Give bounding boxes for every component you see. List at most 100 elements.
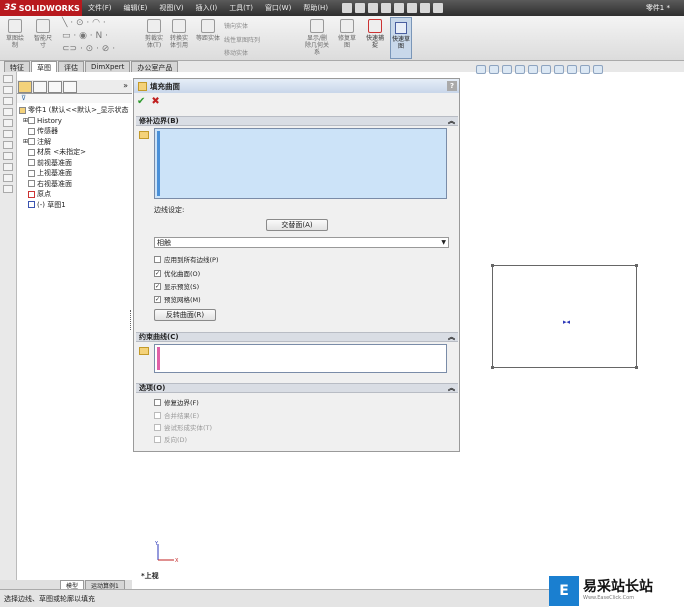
display-relations-button[interactable]: 显示/删除几何关系 xyxy=(304,19,330,56)
section-constraint-curves[interactable]: 约束曲线(C) ︽ xyxy=(136,332,458,342)
cancel-x-icon[interactable]: ✖ xyxy=(151,96,159,107)
previous-view-icon[interactable] xyxy=(502,65,512,74)
trim-entities-button[interactable]: 剪裁实体(T) xyxy=(143,19,165,49)
constraint-curves-list[interactable] xyxy=(154,344,447,373)
menu-window[interactable]: 窗口(W) xyxy=(259,3,297,13)
filter-icon[interactable]: ⊽ xyxy=(17,94,132,103)
tree-item-annotations[interactable]: ⊞ 注解 xyxy=(17,137,132,148)
reverse-direction-checkbox[interactable]: 反向(D) xyxy=(154,434,187,444)
menu-insert[interactable]: 插入(I) xyxy=(190,3,224,13)
view-icon[interactable] xyxy=(3,174,13,182)
collapse-icon[interactable]: ︽ xyxy=(448,383,455,393)
view-icon[interactable] xyxy=(3,86,13,94)
offset-entities-button[interactable]: 等距实体 xyxy=(196,19,220,42)
alternate-face-button[interactable]: 交替面(A) xyxy=(266,219,328,231)
sketch-rectangle[interactable] xyxy=(491,264,638,369)
tree-item-front-plane[interactable]: 前视基准面 xyxy=(17,158,132,169)
property-manager-icon[interactable] xyxy=(33,81,47,93)
view-icon[interactable] xyxy=(3,97,13,105)
menu-file[interactable]: 文件(F) xyxy=(82,3,118,13)
show-preview-checkbox[interactable]: ✓ 显示预览(S) xyxy=(154,281,199,291)
sketch-button[interactable]: 草图绘制 xyxy=(4,19,26,49)
open-icon[interactable] xyxy=(355,3,366,13)
smart-dimension-button[interactable]: 智能尺寸 xyxy=(32,19,54,49)
menu-edit[interactable]: 编辑(E) xyxy=(118,3,154,13)
section-options[interactable]: 选项(O) ︽ xyxy=(136,383,458,393)
apply-scene-icon[interactable] xyxy=(580,65,590,74)
view-icon[interactable] xyxy=(3,185,13,193)
tab-office-products[interactable]: 办公室产品 xyxy=(131,61,179,72)
tab-dimxpert[interactable]: DimXpert xyxy=(85,61,131,72)
tree-item-origin[interactable]: 原点 xyxy=(17,189,132,200)
edit-appearance-icon[interactable] xyxy=(567,65,577,74)
tab-features[interactable]: 特征 xyxy=(4,61,30,72)
optimize-surface-checkbox[interactable]: ✓ 优化曲面(O) xyxy=(154,268,200,278)
convert-entities-button[interactable]: 转换实体引用 xyxy=(168,19,190,49)
slot-icon[interactable]: ⊂⊃ · ⊙ · ⊘ · xyxy=(62,44,115,54)
collapse-icon[interactable]: ︽ xyxy=(448,332,455,342)
print-icon[interactable] xyxy=(381,3,392,13)
tree-item-top-plane[interactable]: 上视基准面 xyxy=(17,168,132,179)
options-icon[interactable] xyxy=(433,3,444,13)
select-icon[interactable] xyxy=(407,3,418,13)
zoom-area-icon[interactable] xyxy=(489,65,499,74)
tree-item-history[interactable]: ⊞ History xyxy=(17,116,132,127)
rebuild-icon[interactable] xyxy=(420,3,431,13)
view-icon[interactable] xyxy=(3,141,13,149)
solidworks-logo[interactable]: 3S SOLIDWORKS xyxy=(0,0,82,16)
repair-sketch-button[interactable]: 修复草图 xyxy=(336,19,358,49)
relations-icon xyxy=(310,19,324,33)
tree-item-right-plane[interactable]: 右视基准面 xyxy=(17,179,132,190)
expand-arrow-icon[interactable]: » xyxy=(123,81,128,92)
view-icon[interactable] xyxy=(3,108,13,116)
view-icon[interactable] xyxy=(3,152,13,160)
section-view-icon[interactable] xyxy=(515,65,525,74)
configuration-icon[interactable] xyxy=(48,81,62,93)
tab-model[interactable]: 模型 xyxy=(60,580,85,590)
view-icon[interactable] xyxy=(3,163,13,171)
help-icon[interactable]: ? xyxy=(447,81,457,91)
menu-help[interactable]: 帮助(H) xyxy=(297,3,334,13)
display-style-icon[interactable] xyxy=(541,65,551,74)
section-patch-boundary[interactable]: 修补边界(B) ︽ xyxy=(136,116,458,126)
menu-tools[interactable]: 工具(T) xyxy=(223,3,259,13)
zoom-to-fit-icon[interactable] xyxy=(476,65,486,74)
preview-mesh-checkbox[interactable]: ✓ 预览网格(M) xyxy=(154,294,201,304)
quick-snaps-button[interactable]: 快速捕捉 xyxy=(364,19,386,49)
feature-tree-icon[interactable] xyxy=(18,81,32,93)
tree-item-part[interactable]: 零件1 (默认<<默认>_显示状态 xyxy=(17,105,132,116)
linear-pattern[interactable]: 线性草图阵列 xyxy=(224,35,260,44)
fix-boundary-checkbox[interactable]: 修复边界(F) xyxy=(154,397,199,407)
move-entities[interactable]: 移动实体 xyxy=(224,48,248,57)
mirror-entities[interactable]: 镜向实体 xyxy=(224,21,248,30)
display-manager-icon[interactable] xyxy=(63,81,77,93)
line-icon[interactable]: ╲ · ⊙ · ◠ · xyxy=(62,18,106,28)
apply-to-all-edges-checkbox[interactable]: 应用到所有边线(P) xyxy=(154,254,219,264)
view-orientation-icon[interactable] xyxy=(528,65,538,74)
save-icon[interactable] xyxy=(368,3,379,13)
menu-view[interactable]: 视图(V) xyxy=(153,3,189,13)
tab-sketch[interactable]: 草图 xyxy=(31,61,57,72)
hide-show-icon[interactable] xyxy=(554,65,564,74)
rapid-sketch-button[interactable]: 快速草图 xyxy=(390,17,412,59)
patch-boundary-list[interactable] xyxy=(154,128,447,199)
view-icon[interactable] xyxy=(3,119,13,127)
tree-item-sketch1[interactable]: (-) 草图1 xyxy=(17,200,132,211)
undo-icon[interactable] xyxy=(394,3,405,13)
merge-result-checkbox[interactable]: 合并结果(E) xyxy=(154,410,199,420)
tree-item-material[interactable]: 材质 <未指定> xyxy=(17,147,132,158)
panel-splitter[interactable] xyxy=(130,310,133,330)
tab-motion-study[interactable]: 运动算例1 xyxy=(85,580,125,590)
curvature-control-select[interactable]: 相触 ▼ xyxy=(154,237,449,248)
tree-item-sensors[interactable]: 传感器 xyxy=(17,126,132,137)
rectangle-icon[interactable]: ▭ · ◉ · N · xyxy=(62,31,108,41)
view-settings-icon[interactable] xyxy=(593,65,603,74)
view-icon[interactable] xyxy=(3,75,13,83)
tab-evaluate[interactable]: 评估 xyxy=(58,61,84,72)
new-icon[interactable] xyxy=(342,3,353,13)
view-icon[interactable] xyxy=(3,130,13,138)
collapse-icon[interactable]: ︽ xyxy=(448,116,455,126)
ok-check-icon[interactable]: ✔ xyxy=(137,96,145,107)
try-to-form-solid-checkbox[interactable]: 尝试形成实体(T) xyxy=(154,422,212,432)
reverse-surface-button[interactable]: 反转曲面(R) xyxy=(154,309,216,321)
